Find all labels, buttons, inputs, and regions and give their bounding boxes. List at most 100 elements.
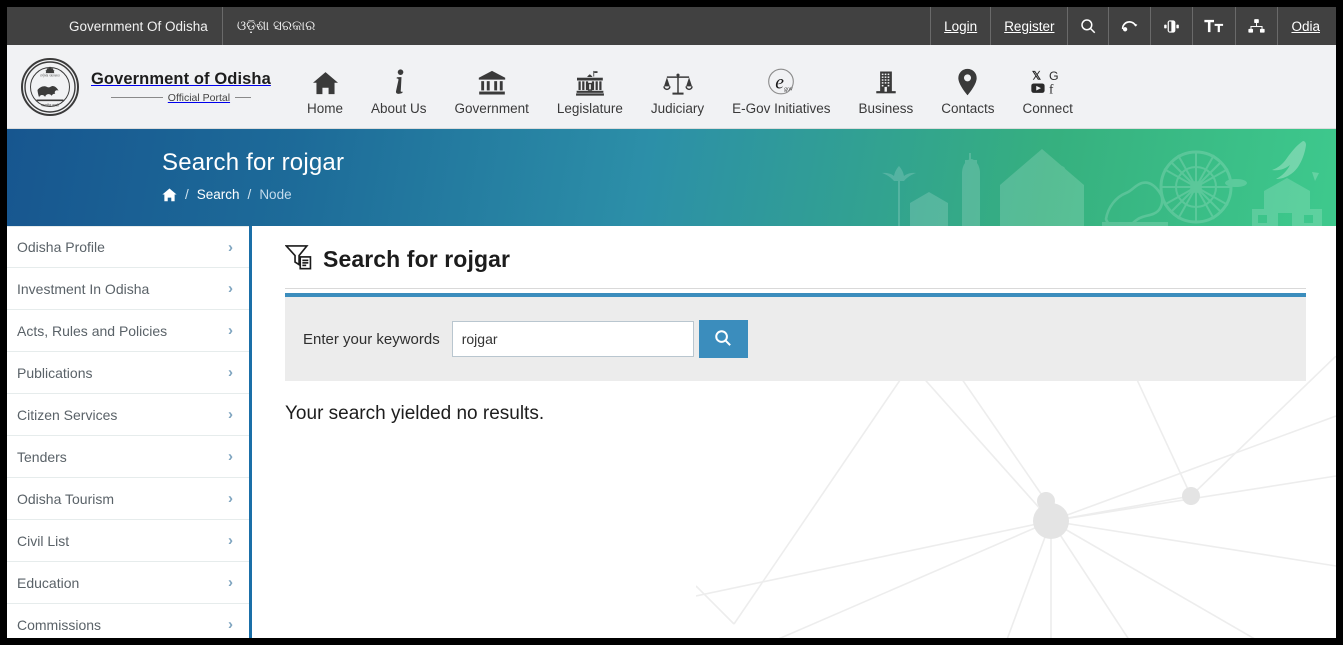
- map-pin-icon: [957, 64, 978, 96]
- sidebar-item-label: Odisha Tourism: [17, 490, 115, 507]
- nav-label: Government: [454, 100, 529, 116]
- filter-funnel-icon: [284, 244, 312, 275]
- nav-item-government[interactable]: Government: [441, 64, 543, 116]
- chevron-right-icon: ›: [228, 280, 233, 297]
- nav-label: Connect: [1022, 100, 1073, 116]
- page-heading: Search for rojgar: [323, 246, 511, 272]
- screenshot-frame: Government Of Odisha ଓଡ଼ିଶା ସରକାର Login …: [0, 0, 1343, 645]
- social-grid-icon: 𝕏 G f: [1030, 64, 1066, 96]
- nav-item-home[interactable]: Home: [293, 64, 357, 116]
- no-results-message: Your search yielded no results.: [285, 403, 545, 424]
- e-circle-icon: e gov: [766, 64, 796, 96]
- sidebar-item-label: Odisha Profile: [17, 239, 105, 255]
- gov-of-odisha-label: Government Of Odisha: [55, 7, 223, 45]
- nav-label: Contacts: [941, 100, 995, 116]
- search-page-header: Search for rojgar: [284, 244, 1306, 275]
- nav-label: Business: [858, 100, 914, 116]
- nav-item-legislature[interactable]: Legislature: [543, 64, 637, 116]
- nav-item-judiciary[interactable]: Judiciary: [637, 64, 718, 116]
- nav-label: E-Gov Initiatives: [732, 100, 831, 116]
- breadcrumb-item-search[interactable]: Search: [197, 187, 240, 202]
- sidebar-item-label: Acts, Rules and Policies: [17, 322, 168, 339]
- contrast-icon[interactable]: [1150, 7, 1192, 45]
- sidebar-item-acts-rules-and-policies[interactable]: Acts, Rules and Policies ›: [7, 310, 249, 352]
- sidebar-item-investment-in-odisha[interactable]: Investment In Odisha ›: [7, 268, 249, 310]
- sidebar-item-education[interactable]: Education ›: [7, 562, 249, 604]
- brand-title: Government of Odisha: [91, 69, 271, 88]
- register-link[interactable]: Register: [990, 7, 1067, 45]
- topbar-left-group: Government Of Odisha ଓଡ଼ିଶା ସରକାର: [55, 7, 329, 45]
- sidebar-item-commissions[interactable]: Commissions ›: [7, 604, 249, 638]
- main-navigation: Home About Us Government Legislature Jud…: [293, 58, 1087, 116]
- breadcrumb-item-node: Node: [259, 187, 292, 202]
- nav-label: Home: [307, 100, 344, 116]
- page-title: Search for rojgar: [162, 149, 345, 176]
- svg-text:सत्यमेव जयते: सत्यमेव जयते: [41, 102, 59, 107]
- bank-columns-icon: [478, 64, 506, 96]
- main-content: Search for rojgar Enter your keywords ro…: [252, 226, 1336, 638]
- search-input[interactable]: [451, 321, 694, 357]
- nav-item-contacts[interactable]: Contacts: [927, 64, 1008, 116]
- sidebar-item-civil-list[interactable]: Civil List ›: [7, 520, 249, 562]
- svg-text:ଓଡ଼ିଶା ସରକାର: ଓଡ଼ିଶା ସରକାର: [40, 73, 60, 77]
- nav-item-business[interactable]: Business: [844, 64, 927, 116]
- brand-text: Government of Odisha Official Portal: [91, 70, 271, 104]
- search-submit-button[interactable]: [698, 320, 748, 358]
- search-icon[interactable]: [1067, 7, 1108, 45]
- heading-divider: [285, 288, 1306, 289]
- browser-page: Government Of Odisha ଓଡ଼ିଶା ସରକାର Login …: [7, 7, 1336, 638]
- nav-label: Judiciary: [650, 100, 705, 116]
- search-form: Enter your keywords: [285, 293, 1306, 381]
- topbar-right-group: Login Register Odia: [930, 7, 1336, 45]
- search-icon: [713, 328, 733, 351]
- brand-rule-left: [110, 97, 163, 98]
- breadcrumb-home-icon[interactable]: [162, 188, 177, 202]
- sitemap-icon[interactable]: [1235, 7, 1277, 45]
- chevron-right-icon: ›: [228, 406, 233, 423]
- sidebar-menu: Odisha Profile › Investment In Odisha › …: [7, 226, 252, 638]
- nav-item-egov-initiatives[interactable]: e gov E-Gov Initiatives: [718, 64, 844, 116]
- nav-item-connect[interactable]: 𝕏 G f Connect: [1009, 64, 1087, 116]
- chevron-right-icon: ›: [228, 238, 233, 256]
- sidebar-item-label: Investment In Odisha: [17, 280, 150, 297]
- chevron-right-icon: ›: [228, 616, 233, 633]
- nav-item-about-us[interactable]: About Us: [357, 64, 441, 116]
- brand-subtitle-wrap: Official Portal: [91, 92, 271, 104]
- main-inner: Search for rojgar Enter your keywords ro…: [252, 226, 1336, 425]
- content-area: Odisha Profile › Investment In Odisha › …: [7, 226, 1336, 638]
- search-input-label: Enter your keywords: [303, 330, 440, 348]
- nav-label: Legislature: [556, 100, 623, 116]
- top-utility-bar: Government Of Odisha ଓଡ଼ିଶା ସରକାର Login …: [7, 7, 1336, 45]
- chevron-right-icon: ›: [228, 574, 233, 591]
- breadcrumb-separator: /: [185, 187, 189, 202]
- nav-label: About Us: [371, 100, 427, 116]
- sidebar-item-label: Civil List: [17, 532, 70, 549]
- sidebar-item-label: Publications: [17, 364, 93, 381]
- odisha-skyline-silhouette-icon: [866, 129, 1336, 226]
- sidebar-item-odisha-profile[interactable]: Odisha Profile ›: [7, 226, 249, 268]
- screen-reader-icon[interactable]: [1108, 7, 1150, 45]
- svg-text:𝕏: 𝕏: [1032, 70, 1041, 82]
- chevron-right-icon: ›: [228, 490, 233, 507]
- svg-text:f: f: [1049, 81, 1054, 96]
- chevron-right-icon: ›: [228, 532, 233, 549]
- sidebar-item-publications[interactable]: Publications ›: [7, 352, 249, 394]
- gov-of-odisha-odia-label: ଓଡ଼ିଶା ସରକାର: [236, 18, 316, 33]
- language-switch-odia[interactable]: Odia: [1277, 7, 1336, 45]
- sidebar-item-label: Tenders: [17, 448, 67, 465]
- chevron-right-icon: ›: [228, 448, 233, 465]
- sidebar-item-label: Commissions: [17, 616, 102, 633]
- office-building-icon: [875, 64, 897, 96]
- sidebar-item-label: Education: [17, 574, 80, 591]
- brand-rule-right: [235, 97, 252, 98]
- breadcrumb-separator: /: [247, 187, 252, 202]
- login-link[interactable]: Login: [930, 7, 990, 45]
- sidebar-item-tenders[interactable]: Tenders ›: [7, 436, 249, 478]
- site-logo[interactable]: ଓଡ଼ିଶା ସରକାର सत्यमेव जयते Government of …: [21, 57, 273, 116]
- odisha-state-emblem-icon: ଓଡ଼ିଶା ସରକାର सत्यमेव जयते: [21, 57, 79, 116]
- sidebar-item-citizen-services[interactable]: Citizen Services ›: [7, 394, 249, 436]
- site-header: ଓଡ଼ିଶା ସରକାର सत्यमेव जयते Government of …: [7, 45, 1336, 129]
- text-size-icon[interactable]: [1192, 7, 1235, 45]
- sidebar-item-odisha-tourism[interactable]: Odisha Tourism ›: [7, 478, 249, 520]
